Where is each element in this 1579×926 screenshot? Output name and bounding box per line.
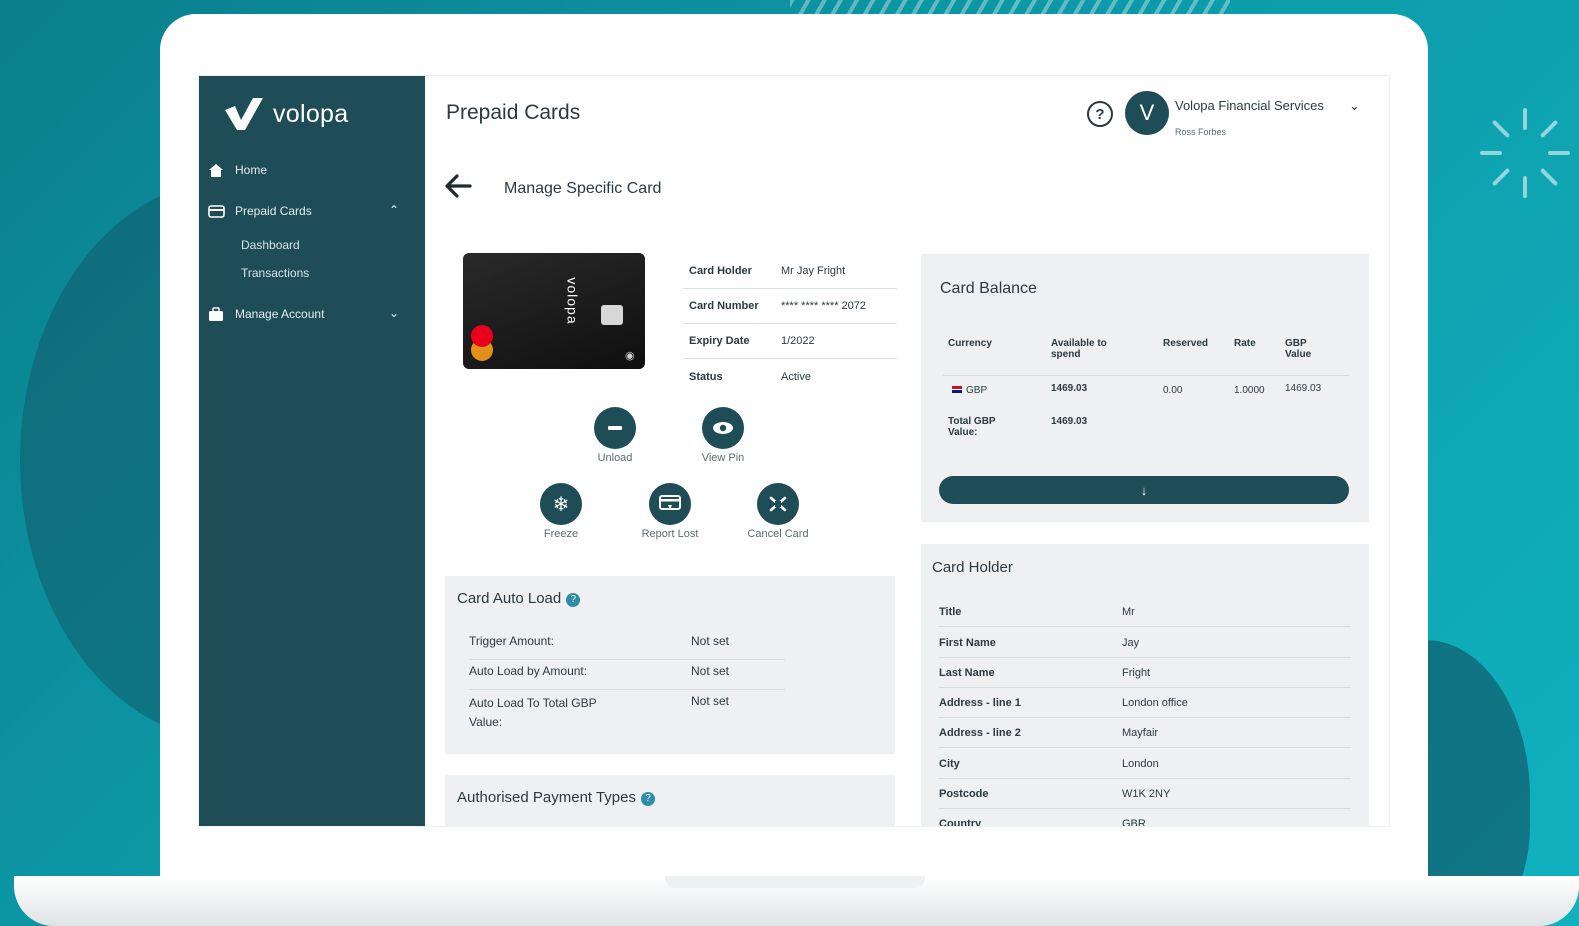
sidebar-item-home[interactable]: Home [207,162,413,178]
sidebar-item-label: Prepaid Cards [235,204,312,218]
avatar[interactable]: V [1125,91,1169,135]
uk-flag-icon [952,386,962,393]
column-header: GBP Value [1285,338,1312,360]
sidebar-item-label: Manage Account [235,307,325,321]
holder-row: Country GBR [939,809,1351,827]
card-chip [601,305,623,325]
contactless-icon: ◉ [625,350,635,362]
info-icon[interactable]: ? [566,592,581,607]
section-subtitle: Manage Specific Card [504,180,662,197]
sidebar: volopa Home Prepaid Cards ⌃ Dashboard Tr… [199,76,425,826]
expand-balance-button[interactable]: ↓ [939,476,1349,504]
holder-row: Last Name Fright [939,658,1351,688]
page-title: Prepaid Cards [446,101,581,124]
detail-row: Card Number **** **** **** 2072 [683,289,897,324]
holder-row: Title Mr [939,597,1351,627]
panel-title: Card Auto Load? [457,590,581,607]
holder-row: Postcode W1K 2NY [939,779,1351,809]
app-window: volopa Home Prepaid Cards ⌃ Dashboard Tr… [198,75,1390,827]
report-lost-button[interactable]: Report Lost [620,483,720,540]
column-header: Reserved [1163,338,1209,349]
back-arrow-icon[interactable] [443,171,473,201]
action-label: Cancel Card [747,528,809,540]
holder-row: City London [939,749,1351,779]
card-details: Card Holder Mr Jay Fright Card Number **… [683,254,897,394]
table-cell: GBP [952,385,987,396]
cards-icon [207,203,225,219]
divider [943,375,1349,376]
card-holder-panel: Card Holder Title Mr First Name Jay Last N… [921,544,1369,827]
panel-title: Card Balance [940,280,1037,297]
total-label: Total GBP Value: [948,416,996,438]
table-cell: 1469.03 [1285,383,1322,394]
sidebar-subitem-dashboard[interactable]: Dashboard [241,238,300,252]
column-header: Currency [948,338,992,349]
cancel-card-icon [757,483,799,525]
arrow-down-icon: ↓ [1140,482,1148,498]
table-cell: 0.00 [1163,385,1183,396]
card-brand: volopa [564,277,581,325]
report-icon [649,483,691,525]
holder-row: First Name Jay [939,628,1351,658]
total-value: 1469.03 [1051,416,1088,427]
sidebar-item-label: Home [235,163,268,177]
detail-row: Card Holder Mr Jay Fright [683,254,897,289]
detail-row: Status Active [689,370,811,383]
freeze-button[interactable]: ❄ Freeze [511,483,611,540]
auto-load-row: Trigger Amount: Not set [469,634,785,660]
column-header: Available to spend [1051,338,1107,360]
column-header: Rate [1234,338,1256,349]
panel-title: Authorised Payment Types? [457,789,655,806]
help-icon[interactable]: ? [1087,101,1113,127]
chevron-down-icon[interactable]: ⌄ [389,306,399,320]
action-label: Report Lost [641,528,699,540]
cancel-card-button[interactable]: Cancel Card [728,483,828,540]
burst-decoration [1480,108,1570,198]
logo-text: volopa [273,99,349,128]
briefcase-icon [207,306,225,322]
action-label: Unload [597,452,633,464]
user-name: Ross Forbes [1175,127,1227,137]
info-icon[interactable]: ? [641,791,655,806]
minus-icon [594,407,636,449]
action-label: Freeze [543,528,579,540]
holder-row: Address - line 2 Mayfair [939,718,1351,748]
table-cell: 1.0000 [1234,385,1265,396]
card-balance-panel: Card Balance Currency Available to spend… [921,254,1369,522]
sidebar-subitem-transactions[interactable]: Transactions [241,266,309,280]
auto-load-row: Auto Load To Total GBP Value: Not set [469,694,730,730]
action-label: View Pin [701,452,745,464]
table-cell: 1469.03 [1051,383,1088,394]
view-pin-button[interactable]: View Pin [673,407,773,464]
auto-load-panel: Card Auto Load? Trigger Amount: Not set … [445,576,895,754]
snowflake-icon: ❄ [540,483,582,525]
chevron-up-icon[interactable]: ⌃ [389,203,399,217]
mastercard-logo-red [471,325,493,347]
unload-button[interactable]: Unload [565,407,665,464]
logo[interactable]: volopa [223,96,348,132]
sidebar-item-manage-account[interactable]: Manage Account ⌄ [207,306,413,322]
main-content: Prepaid Cards ? V Volopa Financial Servi… [425,76,1389,826]
eye-icon [702,407,744,449]
detail-row: Expiry Date 1/2022 [683,324,897,359]
org-name[interactable]: Volopa Financial Services [1175,98,1324,113]
card-image: volopa ◉ [463,253,645,369]
payment-types-panel: Authorised Payment Types? [445,775,895,826]
volopa-logo-icon [225,98,263,130]
panel-title: Card Holder [932,559,1013,576]
sidebar-item-prepaid-cards[interactable]: Prepaid Cards ⌃ [207,203,413,219]
auto-load-row: Auto Load by Amount: Not set [469,664,785,690]
chevron-down-icon[interactable]: ⌄ [1349,98,1360,114]
home-icon [207,162,225,178]
holder-row: Address - line 1 London office [939,688,1351,718]
laptop-notch [665,876,925,888]
